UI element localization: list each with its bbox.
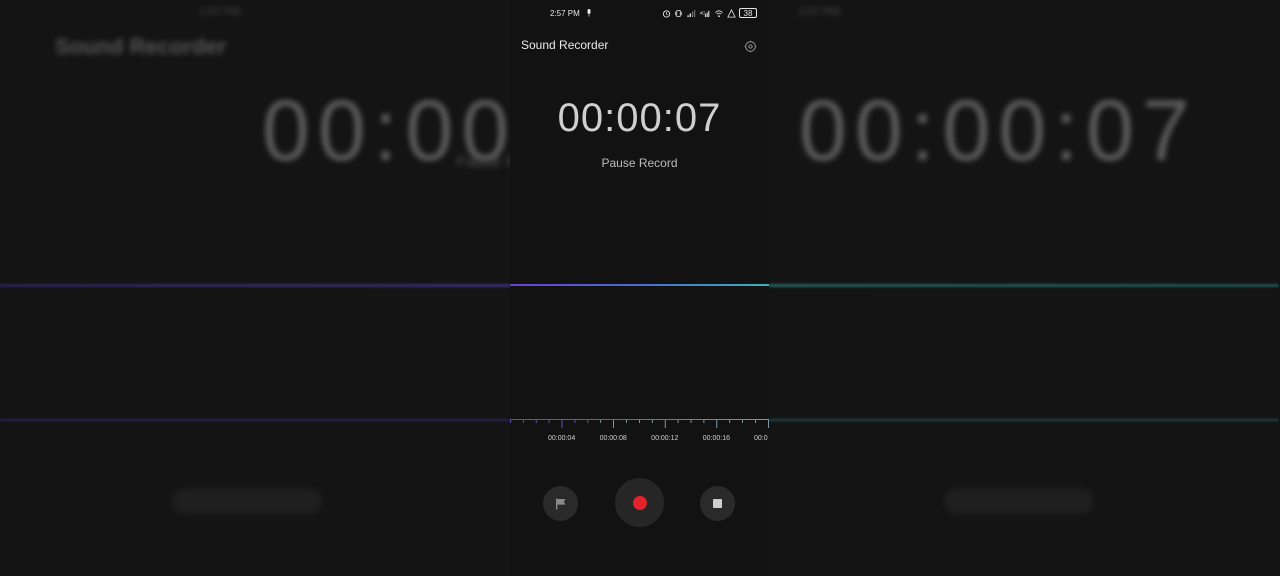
- signal-icon: 4G: [700, 10, 710, 17]
- mic-icon: [587, 9, 591, 17]
- ruler-label: 00:00:12: [651, 435, 678, 442]
- backdrop-status: 2:57 PM: [799, 6, 840, 18]
- blurred-backdrop-left: 2:57 PM Sound Recorder 00:00:07 Pause Re…: [0, 0, 510, 576]
- settings-icon[interactable]: [744, 40, 757, 53]
- recorder-controls: [510, 478, 769, 528]
- stop-button[interactable]: [700, 486, 735, 521]
- alarm-icon: [662, 9, 671, 18]
- data-saver-icon: [727, 8, 736, 18]
- ruler-minor-tick: [600, 420, 602, 423]
- ruler-label: 00:00:16: [703, 435, 730, 442]
- recording-status: Pause Record: [601, 156, 678, 170]
- ruler-minor-tick: [510, 420, 511, 423]
- ruler-major-tick: [768, 420, 769, 428]
- backdrop-waveline: [0, 284, 510, 287]
- status-time: 2:57 PM: [550, 9, 580, 18]
- ruler-minor-tick: [574, 420, 576, 423]
- backdrop-ruler: [769, 419, 1279, 421]
- ruler-minor-tick: [548, 420, 550, 423]
- ruler-minor-tick: [639, 420, 640, 423]
- flag-button[interactable]: [543, 486, 578, 521]
- ruler-minor-tick: [626, 420, 627, 423]
- ruler-major-tick: [716, 420, 718, 428]
- ruler-label: 00:00:08: [600, 435, 627, 442]
- ruler-major-tick: [613, 420, 614, 428]
- stop-icon: [713, 499, 722, 508]
- ruler-major-tick: [664, 420, 666, 428]
- app-title: Sound Recorder: [521, 38, 609, 52]
- ruler-label: 00:0: [754, 435, 768, 442]
- backdrop-status: 2:57 PM: [200, 6, 241, 18]
- record-icon: [632, 495, 647, 510]
- ruler-minor-tick: [587, 420, 589, 423]
- waveform-line: [510, 284, 769, 286]
- ruler-labels: 00:00:04 00:00:08 00:00:12 00:00:16 00:0: [548, 435, 768, 442]
- status-icons: 4G 38: [662, 8, 757, 18]
- ruler-minor-tick: [677, 420, 679, 423]
- status-bar: 2:57 PM 4G 38: [510, 8, 769, 22]
- battery-icon: 38: [739, 8, 757, 18]
- ruler-major-tick: [561, 420, 563, 428]
- ruler-minor-tick: [535, 420, 537, 423]
- ruler-minor-tick: [651, 420, 653, 423]
- ruler-minor-tick: [703, 420, 705, 423]
- backdrop-ruler: [0, 419, 510, 421]
- backdrop-status-text: Pause Record: [456, 154, 510, 171]
- backdrop-title: Sound Recorder: [55, 34, 227, 59]
- ruler-minor-tick: [729, 420, 731, 423]
- wifi-icon: [715, 9, 723, 17]
- ruler-label: 00:00:04: [548, 435, 575, 442]
- elapsed-timer: 00:00:07: [557, 96, 722, 140]
- backdrop-waveline: [769, 284, 1279, 287]
- recorder-screen: 2:57 PM 4G 38 Sound Recorder 00:00:07 Pa…: [510, 0, 769, 576]
- ruler-ticks: [510, 420, 769, 428]
- backdrop-pill: [944, 488, 1094, 514]
- ruler-minor-tick: [522, 420, 524, 423]
- backdrop-timer: 00:00:07: [799, 83, 1198, 179]
- vibrate-icon: [674, 9, 683, 17]
- ruler-minor-tick: [690, 420, 692, 423]
- backdrop-pill: [172, 488, 322, 514]
- blurred-backdrop-right: 2:57 PM 00:00:07: [769, 0, 1279, 576]
- ruler-minor-tick: [742, 420, 743, 423]
- flag-icon: [555, 498, 565, 509]
- ruler-minor-tick: [755, 420, 756, 423]
- record-button[interactable]: [615, 478, 664, 527]
- timeline-ruler[interactable]: 00:00:04 00:00:08 00:00:12 00:00:16 00:0: [510, 412, 769, 452]
- ruler-baseline: [510, 419, 769, 420]
- signal-icon: [687, 9, 696, 17]
